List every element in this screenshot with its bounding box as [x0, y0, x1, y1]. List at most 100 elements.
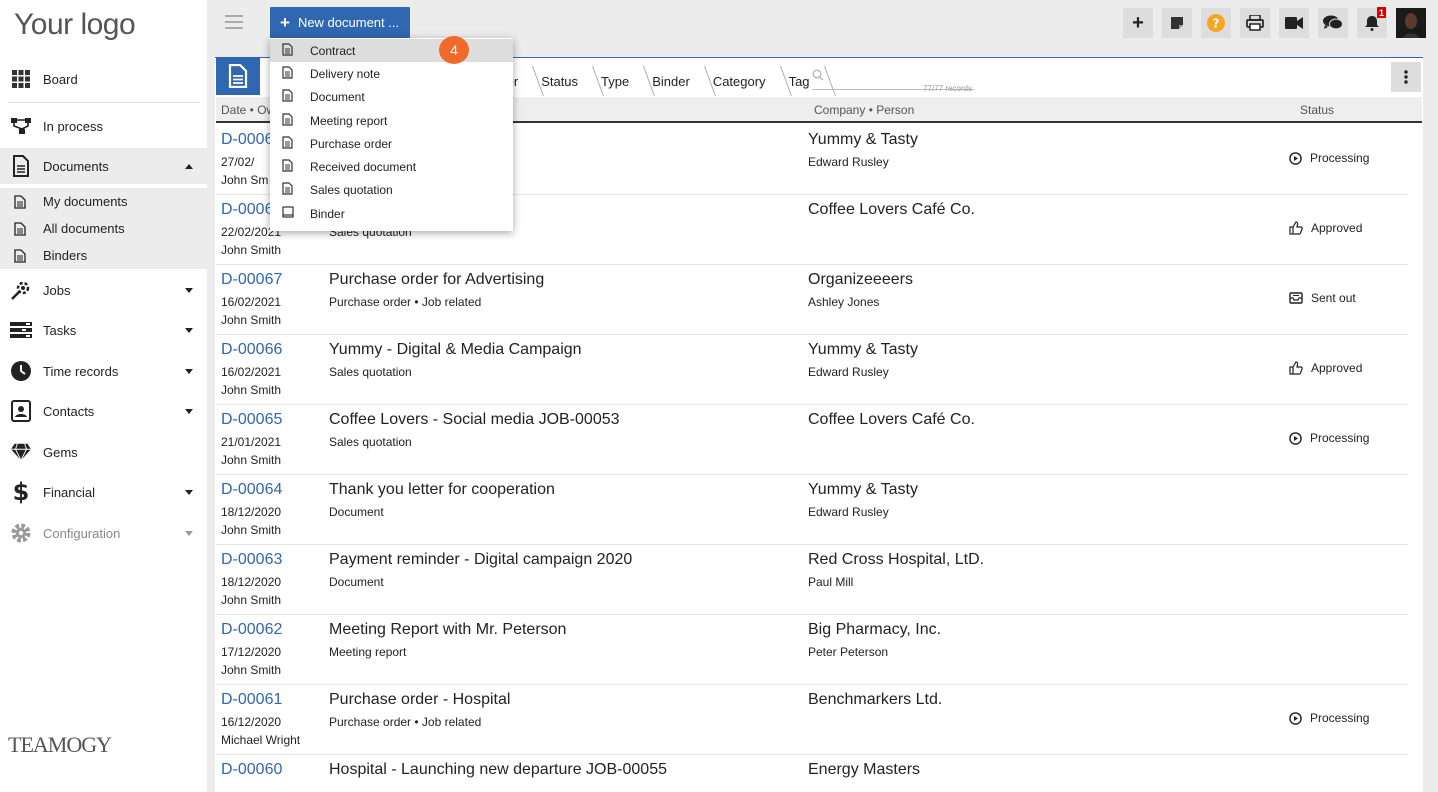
document-icon — [14, 221, 28, 236]
contact-person: Ashley Jones — [808, 295, 880, 309]
chevron-down-icon[interactable] — [185, 287, 193, 293]
plus-icon: + — [1132, 11, 1144, 34]
dropdown-item-sales-quotation[interactable]: Sales quotation — [270, 179, 513, 202]
table-row[interactable]: D-00060 Hospital - Launching new departur… — [216, 755, 1408, 792]
document-subject[interactable]: Purchase order - Hospital — [329, 691, 510, 709]
document-type: Document — [329, 505, 384, 519]
sidebar-item-contacts[interactable]: Contacts — [0, 393, 207, 429]
video-button[interactable] — [1279, 8, 1309, 38]
document-id-link[interactable]: D-00061 — [221, 691, 282, 709]
play-circle-icon — [1289, 431, 1302, 445]
document-id-link[interactable]: D-00063 — [221, 551, 282, 569]
notes-button[interactable] — [1162, 8, 1192, 38]
sidebar-item-label: Jobs — [43, 282, 71, 298]
document-subject[interactable]: Thank you letter for cooperation — [329, 481, 555, 499]
document-id-link[interactable]: D-0006 — [221, 201, 273, 219]
dropdown-item-received-document[interactable]: Received document — [270, 155, 513, 178]
sidebar-item-configuration[interactable]: Configuration — [0, 515, 207, 551]
table-row[interactable]: D-00063 18/12/2020 John Smith Payment remin… — [216, 545, 1408, 615]
hamburger-menu-icon[interactable] — [225, 15, 243, 29]
help-button[interactable]: ? — [1201, 8, 1231, 38]
contact-person: Edward Rusley — [808, 155, 889, 169]
filter-status[interactable]: Status — [531, 66, 591, 96]
sidebar-item-jobs[interactable]: Jobs — [0, 272, 207, 308]
search-input[interactable]: 77/77 records — [812, 68, 974, 93]
more-options-button[interactable] — [1391, 62, 1421, 92]
print-button[interactable] — [1240, 8, 1270, 38]
sidebar-item-gems[interactable]: Gems — [0, 434, 207, 470]
document-subject[interactable]: Coffee Lovers - Social media JOB-00053 — [329, 411, 620, 429]
dropdown-item-document[interactable]: Document — [270, 86, 513, 109]
status-label: Processing — [1310, 431, 1370, 445]
document-subject[interactable]: Hospital - Launching new departure JOB-0… — [329, 761, 667, 779]
filter-type[interactable]: Type — [591, 66, 642, 96]
table-row[interactable]: D-00064 18/12/2020 John Smith Thank you let… — [216, 475, 1408, 545]
jobs-icon — [10, 279, 32, 301]
document-id-link[interactable]: D-00067 — [221, 271, 282, 289]
status-badge: Processing — [1289, 151, 1369, 165]
dropdown-item-purchase-order[interactable]: Purchase order — [270, 132, 513, 155]
document-subject[interactable]: Yummy - Digital & Media Campaign — [329, 341, 582, 359]
sidebar-subitem-label: My documents — [43, 194, 128, 209]
document-id-link[interactable]: D-00066 — [221, 341, 282, 359]
sidebar-item-financial[interactable]: $ Financial — [0, 474, 207, 510]
sidebar-item-label: In process — [43, 118, 103, 134]
chevron-down-icon[interactable] — [185, 327, 193, 333]
sidebar-item-tasks[interactable]: Tasks — [0, 312, 207, 348]
chevron-up-icon[interactable] — [185, 163, 193, 169]
help-icon: ? — [1207, 14, 1225, 32]
sidebar-subitem-my-documents[interactable]: My documents — [0, 188, 207, 215]
sidebar-item-time-records[interactable]: Time records — [0, 353, 207, 389]
column-header-date-owner[interactable]: Date • Ow — [221, 97, 275, 122]
document-icon — [10, 155, 32, 177]
document-id-link[interactable]: D-00064 — [221, 481, 282, 499]
sidebar-subitem-binders[interactable]: Binders — [0, 242, 207, 269]
dropdown-item-binder[interactable]: Binder — [270, 202, 513, 225]
document-subject[interactable]: Purchase order for Advertising — [329, 271, 544, 289]
status-badge: Sent out — [1289, 291, 1356, 305]
document-id-link[interactable]: D-00062 — [221, 621, 282, 639]
play-circle-icon — [1289, 151, 1302, 165]
column-header-status[interactable]: Status — [1300, 97, 1334, 122]
logo[interactable]: Your logo — [14, 8, 136, 42]
sidebar-item-board[interactable]: Board — [0, 61, 207, 97]
document-id-link[interactable]: D-00060 — [221, 761, 282, 779]
document-type: Sales quotation — [329, 365, 412, 379]
column-header-company-person[interactable]: Company • Person — [814, 97, 914, 122]
filter-category[interactable]: Category — [703, 66, 779, 96]
chevron-down-icon[interactable] — [185, 489, 193, 495]
sidebar-subitem-all-documents[interactable]: All documents — [0, 215, 207, 242]
chevron-down-icon[interactable] — [185, 408, 193, 414]
table-row[interactable]: D-00062 17/12/2020 John Smith Meeting Repor… — [216, 615, 1408, 685]
contact-person: Peter Peterson — [808, 645, 889, 659]
dropdown-item-delivery-note[interactable]: Delivery note — [270, 62, 513, 85]
add-button[interactable]: + — [1123, 8, 1153, 38]
document-subject[interactable]: Meeting Report with Mr. Peterson — [329, 621, 566, 639]
dropdown-item-meeting-report[interactable]: Meeting report — [270, 109, 513, 132]
document-type: Purchase order • Job related — [329, 295, 482, 309]
company-name: Coffee Lovers Café Co. — [808, 201, 975, 218]
status-badge: Approved — [1289, 361, 1362, 375]
document-id-link[interactable]: D-0006 — [221, 131, 273, 149]
document-subject[interactable]: Payment reminder - Digital campaign 2020 — [329, 551, 632, 569]
new-document-button[interactable]: + New document ... — [270, 7, 410, 38]
filter-binder[interactable]: Binder — [642, 66, 703, 96]
sidebar-item-in-process[interactable]: In process — [0, 108, 207, 144]
notifications-button[interactable]: 1 — [1357, 7, 1387, 38]
chevron-down-icon[interactable] — [185, 368, 193, 374]
table-row[interactable]: D-00066 16/02/2021 John Smith Yummy - Digit… — [216, 335, 1408, 405]
chat-icon — [1323, 15, 1343, 30]
table-row[interactable]: D-00061 16/12/2020 Michael Wright Purchase … — [216, 685, 1408, 755]
chevron-down-icon[interactable] — [185, 530, 193, 536]
avatar[interactable] — [1396, 8, 1426, 38]
sidebar-item-label: Configuration — [43, 525, 121, 541]
document-date: 27/02/ — [221, 155, 255, 169]
document-id-link[interactable]: D-00065 — [221, 411, 282, 429]
table-row[interactable]: D-00067 16/02/2021 John Smith Purchase orde… — [216, 265, 1408, 335]
table-row[interactable]: D-00065 21/01/2021 John Smith Coffee Lovers… — [216, 405, 1408, 475]
sidebar-item-documents[interactable]: Documents — [0, 148, 207, 184]
chat-button[interactable] — [1318, 8, 1348, 38]
document-date: 17/12/2020 — [221, 645, 282, 659]
dropdown-item-contract[interactable]: Contract — [270, 39, 513, 63]
dropdown-item-label: Meeting report — [310, 113, 388, 128]
